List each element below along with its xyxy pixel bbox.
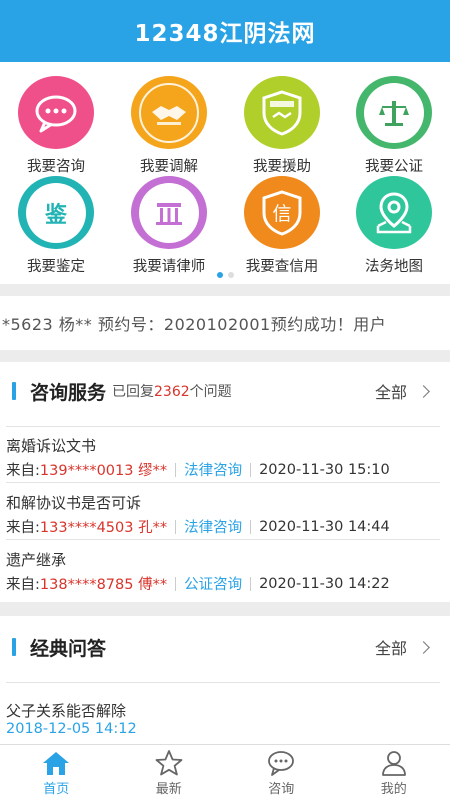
star-icon [155,750,183,776]
consult-item[interactable]: 和解协议书是否可诉 来自: 133****4503 孔** 法律咨询 2020-1… [6,484,440,540]
divider [6,682,440,683]
question-title: 离婚诉讼文书 [6,437,97,455]
asker: 138****8785 傅** [39,577,168,593]
ticker-text: *5623 杨** 预约号：2020102001预约成功！用户 [2,315,387,334]
tab-latest[interactable]: 最新 [113,745,226,800]
service-consult[interactable]: 我要咨询 [0,76,112,176]
consult-all-link[interactable]: 全部 [375,366,430,416]
tab-label: 咨询 [268,782,295,797]
service-mediation[interactable]: 我要调解 [113,76,225,176]
map-pin-icon [356,176,432,249]
app-title: 12348江阴法网 [134,21,316,47]
faq-header: 经典问答 全部 [0,622,450,672]
app-header: 12348江阴法网 [0,0,450,62]
faq-section: 经典问答 全部 父子关系能否解除 2018-12-05 14:12 [0,616,450,744]
asker: 139****0013 缪** [39,463,168,479]
section-divider [0,602,450,616]
section-divider [0,284,450,296]
consult-header: 咨询服务 已回复2362个问题 全部 [0,366,450,416]
service-label: 我要援助 [253,159,311,175]
tab-home[interactable]: 首页 [0,745,113,800]
section-marker [12,382,16,400]
carousel-dot-active [216,272,223,278]
chat-bubble-icon [18,76,94,149]
service-grid: 我要咨询 我要调解 我要援助 我要公证 鉴 我要鉴定 我要请律师 信 我要查信用… [0,62,450,284]
service-label: 我要公证 [365,159,423,175]
tab-mine[interactable]: 我的 [338,745,450,800]
question-meta: 来自: 133****4503 孔** 法律咨询 2020-11-30 14:44 [6,516,390,537]
question-time: 2020-11-30 15:10 [259,461,390,478]
tab-label: 最新 [155,782,182,797]
legal-aid-shield-icon [244,76,320,149]
section-marker [12,638,16,656]
question-title: 遗产继承 [6,551,67,569]
announcement-ticker[interactable]: *5623 杨** 预约号：2020102001预约成功！用户 [0,296,450,350]
carousel-dot [227,272,234,278]
home-icon [43,752,70,775]
chevron-right-icon [417,640,430,654]
service-appraisal[interactable]: 鉴 我要鉴定 [0,176,112,276]
faq-question: 父子关系能否解除 [6,702,127,720]
question-category: 法律咨询 [184,463,243,479]
faq-title: 经典问答 [30,637,107,660]
handshake-icon [131,76,207,149]
carousel-indicator [0,272,450,278]
credit-shield-icon: 信 [244,176,320,249]
service-label: 我要调解 [140,159,198,175]
svg-text:信: 信 [272,203,291,225]
bottom-tab-bar: 首页 最新 咨询 我的 [0,744,450,800]
faq-date: 2018-12-05 14:12 [6,721,137,737]
replied-count: 2362 [154,384,190,400]
question-meta: 来自: 138****8785 傅** 公证咨询 2020-11-30 14:22 [6,573,390,594]
service-notary[interactable]: 我要公证 [338,76,450,176]
service-legal-aid[interactable]: 我要援助 [226,76,338,176]
question-meta: 来自: 139****0013 缪** 法律咨询 2020-11-30 15:10 [6,459,390,480]
service-credit[interactable]: 信 我要查信用 [226,176,338,276]
tab-label: 我的 [380,782,407,797]
replied-summary: 已回复2362个问题 [112,384,232,400]
notary-emblem-icon [356,76,432,149]
appraisal-seal-icon: 鉴 [18,176,94,249]
service-lawyer[interactable]: 我要请律师 [113,176,225,276]
consult-item[interactable]: 遗产继承 来自: 138****8785 傅** 公证咨询 2020-11-30 … [6,541,440,597]
question-category: 公证咨询 [184,577,243,593]
service-legal-map[interactable]: 法务地图 [338,176,450,276]
chat-icon [268,751,295,776]
consult-section: 咨询服务 已回复2362个问题 全部 离婚诉讼文书 来自: 139****0013… [0,362,450,602]
asker: 133****4503 孔** [39,520,168,536]
question-title: 和解协议书是否可诉 [6,494,142,512]
tab-label: 首页 [43,782,70,797]
question-time: 2020-11-30 14:44 [259,518,390,535]
chevron-right-icon [417,384,430,398]
lawyer-emblem-icon [131,176,207,249]
tab-consult[interactable]: 咨询 [225,745,338,800]
faq-all-link[interactable]: 全部 [375,622,430,672]
question-category: 法律咨询 [184,520,243,536]
user-icon [381,751,406,776]
service-label: 我要咨询 [27,159,85,175]
consult-item[interactable]: 离婚诉讼文书 来自: 139****0013 缪** 法律咨询 2020-11-3… [6,427,440,483]
consult-title: 咨询服务 [30,381,107,404]
section-divider [0,350,450,362]
question-time: 2020-11-30 14:22 [259,575,390,592]
